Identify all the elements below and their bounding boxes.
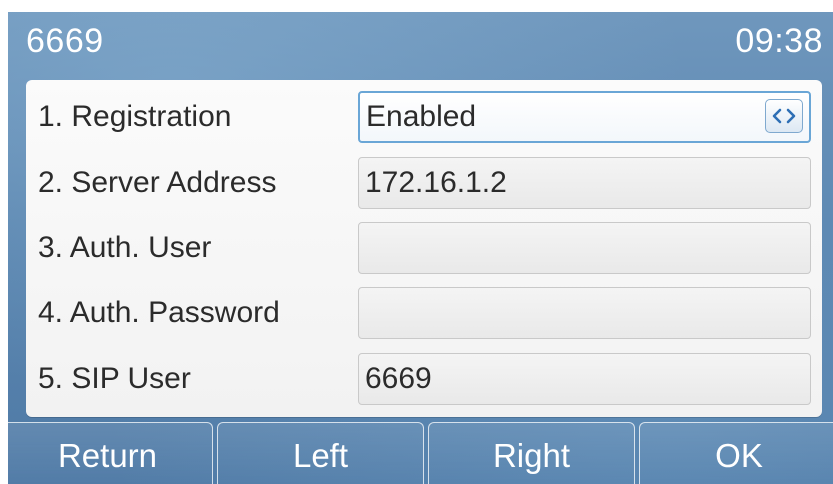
settings-panel: 1. Registration Enabled 2. Server Addres…	[26, 80, 822, 417]
return-softkey[interactable]: Return	[8, 422, 213, 484]
auth-password-field[interactable]	[358, 287, 811, 339]
setting-row-sip-user[interactable]: 5. SIP User 6669	[26, 346, 822, 412]
registration-select[interactable]: Enabled	[358, 91, 811, 143]
ok-softkey[interactable]: OK	[639, 422, 833, 484]
auth-password-label: 4. Auth. Password	[38, 296, 280, 329]
setting-row-auth-user[interactable]: 3. Auth. User	[26, 215, 822, 281]
clock: 09:38	[735, 22, 823, 60]
phone-screen: 6669 09:38 1. Registration Enabled 2. Se…	[8, 12, 833, 484]
status-bar: 6669 09:38	[8, 12, 833, 74]
auth-user-field[interactable]	[358, 222, 811, 274]
registration-value: Enabled	[366, 100, 477, 133]
sip-user-label: 5. SIP User	[38, 362, 191, 395]
setting-row-registration[interactable]: 1. Registration Enabled	[26, 84, 822, 150]
registration-label: 1. Registration	[38, 100, 232, 133]
left-softkey[interactable]: Left	[217, 422, 424, 484]
server-address-field[interactable]: 172.16.1.2	[358, 157, 811, 209]
account-number: 6669	[26, 22, 104, 60]
auth-user-label: 3. Auth. User	[38, 231, 212, 264]
setting-row-auth-password[interactable]: 4. Auth. Password	[26, 280, 822, 346]
left-right-arrows-icon[interactable]	[765, 99, 803, 133]
server-address-label: 2. Server Address	[38, 166, 277, 199]
setting-row-server-address[interactable]: 2. Server Address 172.16.1.2	[26, 150, 822, 216]
sip-user-field[interactable]: 6669	[358, 353, 811, 405]
right-softkey[interactable]: Right	[428, 422, 635, 484]
softkey-bar: Return Left Right OK	[8, 422, 833, 484]
